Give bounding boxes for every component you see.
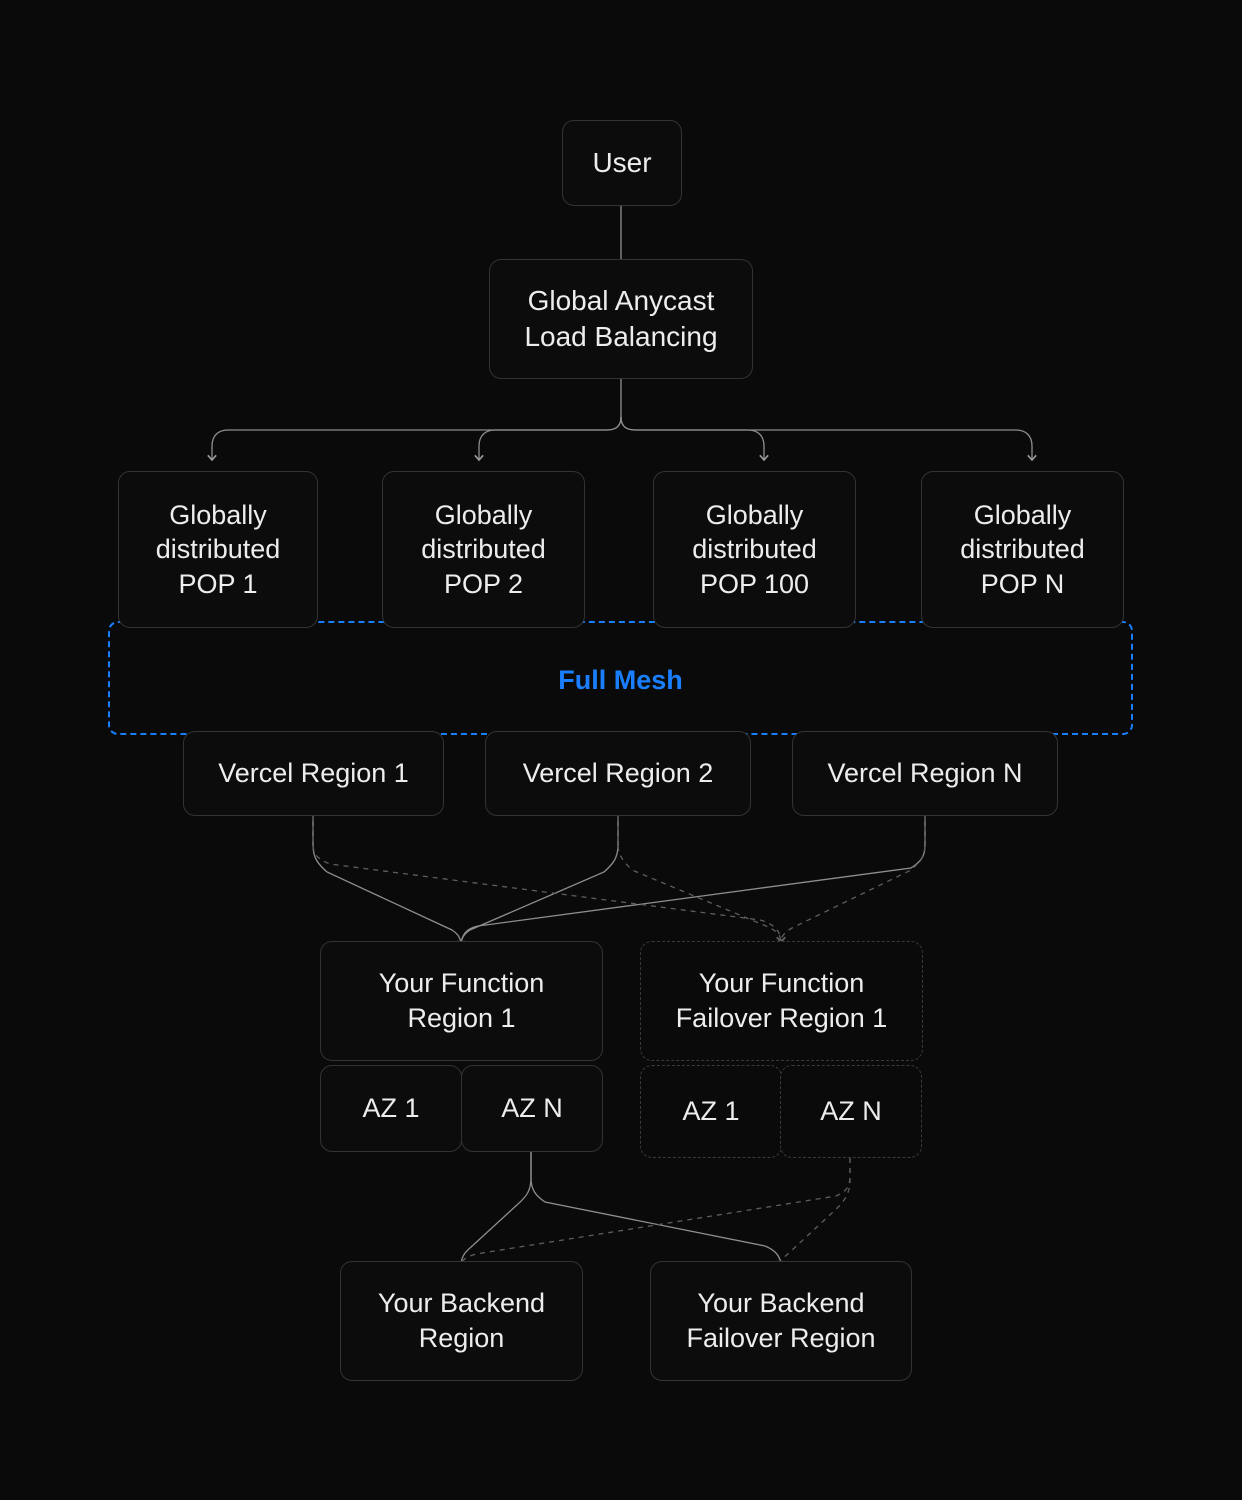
node-pop-1-label: Globally distributed POP 1 [155,499,281,599]
edge-failover-azN-to-backend-failover [780,1158,851,1267]
architecture-diagram: Full Mesh User Global Anycast Load Balan… [0,0,1242,1500]
node-function-region-1-label: Your Function Region 1 [378,968,545,1033]
node-your-backend-failover-region[interactable]: Your Backend Failover Region [650,1261,912,1381]
node-function-az-1-label: AZ 1 [362,1093,420,1124]
node-failover-region-1-az-1[interactable]: AZ 1 [640,1065,782,1158]
node-pop-100-label: Globally distributed POP 100 [692,499,817,599]
node-vercel-region-n-label: Vercel Region N [827,758,1023,789]
edge-vr1-to-fn1 [312,816,466,948]
node-backend-failover-region-label: Your Backend Failover Region [686,1288,876,1353]
node-vercel-region-n[interactable]: Vercel Region N [792,731,1058,816]
node-function-region-1-az-n[interactable]: AZ N [461,1065,603,1152]
edge-vrN-to-fn-failover [776,816,926,944]
node-your-backend-region[interactable]: Your Backend Region [340,1261,583,1381]
edge-failover-azN-to-backend [460,1158,851,1267]
node-your-function-failover-region-1[interactable]: Your Function Failover Region 1 [640,941,923,1061]
node-vercel-region-1-label: Vercel Region 1 [218,758,409,789]
edge-lb-to-pop100 [620,416,769,462]
edge-azN-to-backend-failover [530,1152,786,1268]
node-user-label: User [592,147,652,179]
node-user[interactable]: User [562,120,682,206]
node-function-failover-region-1-label: Your Function Failover Region 1 [675,968,888,1033]
node-failover-region-1-az-n[interactable]: AZ N [780,1065,922,1158]
node-function-az-n-label: AZ N [501,1093,563,1124]
edge-lb-to-pop2 [474,416,622,462]
node-failover-az-1-label: AZ 1 [682,1096,740,1127]
node-pop-1[interactable]: Globally distributed POP 1 [118,471,318,628]
node-pop-n-label: Globally distributed POP N [960,499,1085,599]
edge-vr2-to-fn-failover [617,816,786,944]
node-pop-2-label: Globally distributed POP 2 [421,499,546,599]
node-failover-az-n-label: AZ N [820,1096,882,1127]
edge-lb-to-popN [620,416,1037,462]
node-pop-n[interactable]: Globally distributed POP N [921,471,1124,628]
node-vercel-region-2[interactable]: Vercel Region 2 [485,731,751,816]
node-global-anycast-load-balancing[interactable]: Global Anycast Load Balancing [489,259,753,379]
node-vercel-region-2-label: Vercel Region 2 [522,758,714,789]
node-backend-region-label: Your Backend Region [377,1288,546,1353]
edge-azN-to-backend [456,1152,532,1268]
edge-vr2-to-fn1 [456,816,619,948]
node-pop-2[interactable]: Globally distributed POP 2 [382,471,585,628]
edge-vrN-to-fn1 [456,816,926,948]
node-pop-100[interactable]: Globally distributed POP 100 [653,471,856,628]
full-mesh-label: Full Mesh [558,665,683,695]
node-your-function-region-1[interactable]: Your Function Region 1 [320,941,603,1061]
edge-lb-to-pop1 [207,416,622,462]
edge-vr1-to-fn-failover [312,816,786,944]
node-load-balancer-label: Global Anycast Load Balancing [524,285,718,352]
node-vercel-region-1[interactable]: Vercel Region 1 [183,731,444,816]
node-function-region-1-az-1[interactable]: AZ 1 [320,1065,462,1152]
